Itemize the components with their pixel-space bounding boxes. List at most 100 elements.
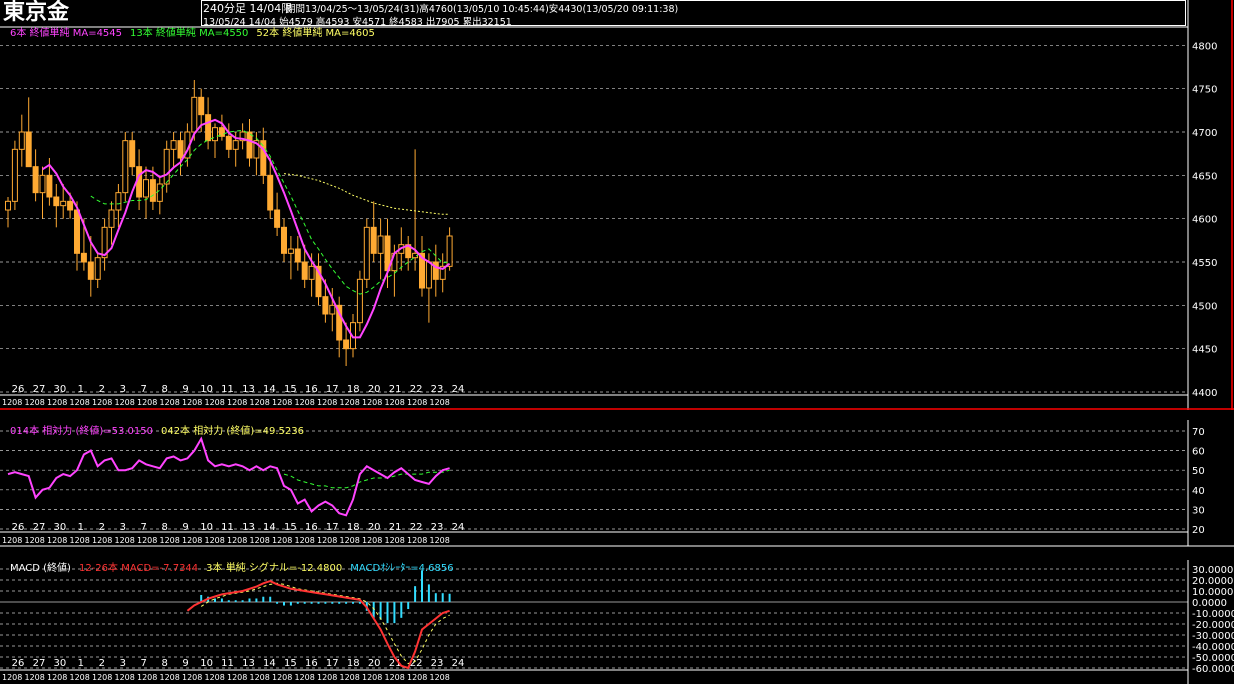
rsi-day-label: 1 [78, 522, 84, 533]
price-legend-item: 6本 終値単純 MA=4545 [10, 28, 123, 39]
rsi-tick-label: 40 [1192, 486, 1205, 497]
price-sub-label: 1208 [250, 398, 270, 407]
candle-body [18, 131, 25, 150]
price-legend-item: 13本 終値単純 MA=4550 [130, 28, 249, 39]
candle-body [370, 226, 377, 254]
macd-sub-label: 1208 [385, 673, 405, 682]
rsi42-line [283, 469, 450, 489]
candle-body [191, 96, 198, 133]
rsi-day-label: 11 [221, 522, 234, 533]
price-tick-label: 4500 [1192, 301, 1217, 312]
macd-sub-label: 1208 [182, 673, 202, 682]
macd-day-label: 14 [263, 658, 276, 669]
price-day-label: 26 [12, 384, 25, 395]
candle-body [281, 226, 287, 254]
price-day-label: 17 [326, 384, 339, 395]
candle-body [149, 179, 156, 202]
candle-body [246, 131, 253, 159]
price-sub-label: 1208 [430, 398, 450, 407]
price-day-label: 27 [33, 384, 46, 395]
candle-body [425, 261, 432, 289]
rsi-day-label: 20 [368, 522, 381, 533]
macd-sub-label: 1208 [137, 673, 157, 682]
macd-sub-label: 1208 [362, 673, 382, 682]
candle-body [74, 209, 80, 254]
price-day-label: 18 [347, 384, 360, 395]
rsi-sub-label: 1208 [430, 536, 450, 545]
price-tick-label: 4650 [1192, 171, 1217, 182]
rsi-day-label: 7 [141, 522, 147, 533]
rsi-day-label: 27 [33, 522, 46, 533]
rsi-legend-item: 042本 相対力 (終値)=49.5236 [160, 426, 304, 437]
macd-sub-label: 1208 [272, 673, 292, 682]
macd-day-label: 30 [54, 658, 67, 669]
last-bar-text: 13/05/24 14/04 始4579 高4593 安4571 終4583 出… [203, 17, 512, 28]
candle-body [170, 140, 177, 150]
macd-sub-label: 1208 [70, 673, 90, 682]
rsi-legend: 014本 相対力 (終値)=53.0150 042本 相対力 (終値)=49.52… [10, 426, 312, 438]
rsi-legend-item: 014本 相対力 (終値)=53.0150 [10, 426, 153, 437]
price-sub-label: 1208 [205, 398, 225, 407]
candle-body [363, 226, 370, 280]
rsi-sub-label: 1208 [2, 536, 22, 545]
price-sub-label: 1208 [47, 398, 67, 407]
price-day-label: 22 [410, 384, 423, 395]
price-tick-label: 4800 [1192, 41, 1217, 52]
candle-body [322, 296, 329, 315]
candle-body [53, 196, 60, 207]
price-tick-label: 4550 [1192, 258, 1217, 269]
macd-day-label: 13 [242, 658, 255, 669]
candle-body [329, 304, 336, 315]
macd-sub-label: 1208 [407, 673, 427, 682]
candle-body [377, 235, 384, 254]
macd-day-label: 26 [12, 658, 25, 669]
candle-body [87, 261, 94, 280]
price-day-label: 14 [263, 384, 276, 395]
rsi-day-label: 14 [263, 522, 276, 533]
macd-day-label: 18 [347, 658, 360, 669]
candle-body [301, 261, 308, 280]
price-legend-item: 52本 終値単純 MA=4605 [256, 28, 375, 39]
macd-tick-label: 0.0000 [1192, 598, 1227, 609]
price-day-label: 16 [305, 384, 318, 395]
price-sub-label: 1208 [160, 398, 180, 407]
price-tick-label: 4750 [1192, 85, 1217, 96]
rsi-sub-label: 1208 [250, 536, 270, 545]
macd-day-label: 7 [141, 658, 147, 669]
range-text: 期間13/04/25～13/05/24(31)高4760(13/05/10 10… [286, 4, 679, 15]
macd-sub-label: 1208 [160, 673, 180, 682]
candle-body [212, 127, 218, 142]
candle-body [198, 96, 205, 116]
price-sub-label: 1208 [317, 398, 337, 407]
candle-body [94, 257, 101, 280]
candle-body [39, 174, 46, 194]
price-day-label: 2 [99, 384, 105, 395]
macd-day-label: 9 [182, 658, 188, 669]
candle-body [356, 278, 363, 324]
macd-legend-item: 3本 単純 シグナル=-12.4800 [206, 563, 343, 574]
rsi-tick-label: 70 [1192, 427, 1205, 438]
price-day-label: 23 [431, 384, 444, 395]
candle-body [343, 339, 350, 350]
macd-sub-label: 1208 [340, 673, 360, 682]
macd-tick-label: -40.0000 [1192, 642, 1234, 653]
rsi-day-label: 10 [200, 522, 213, 533]
price-day-label: 20 [368, 384, 381, 395]
rsi-day-label: 26 [12, 522, 25, 533]
rsi-sub-label: 1208 [295, 536, 315, 545]
macd-sub-label: 1208 [2, 673, 22, 682]
price-day-label: 3 [120, 384, 126, 395]
rsi-sub-label: 1208 [385, 536, 405, 545]
candle-body [46, 174, 53, 198]
candle-body [122, 140, 129, 194]
rsi-sub-label: 1208 [182, 536, 202, 545]
rsi-sub-label: 1208 [70, 536, 90, 545]
candle-body [308, 265, 315, 280]
candle-body [232, 140, 239, 150]
candle-body [177, 140, 184, 159]
candle-body [156, 183, 163, 202]
rsi-day-label: 2 [99, 522, 105, 533]
price-day-label: 30 [54, 384, 67, 395]
candle-body [225, 135, 232, 150]
macd-tick-label: 20.0000 [1192, 576, 1233, 587]
